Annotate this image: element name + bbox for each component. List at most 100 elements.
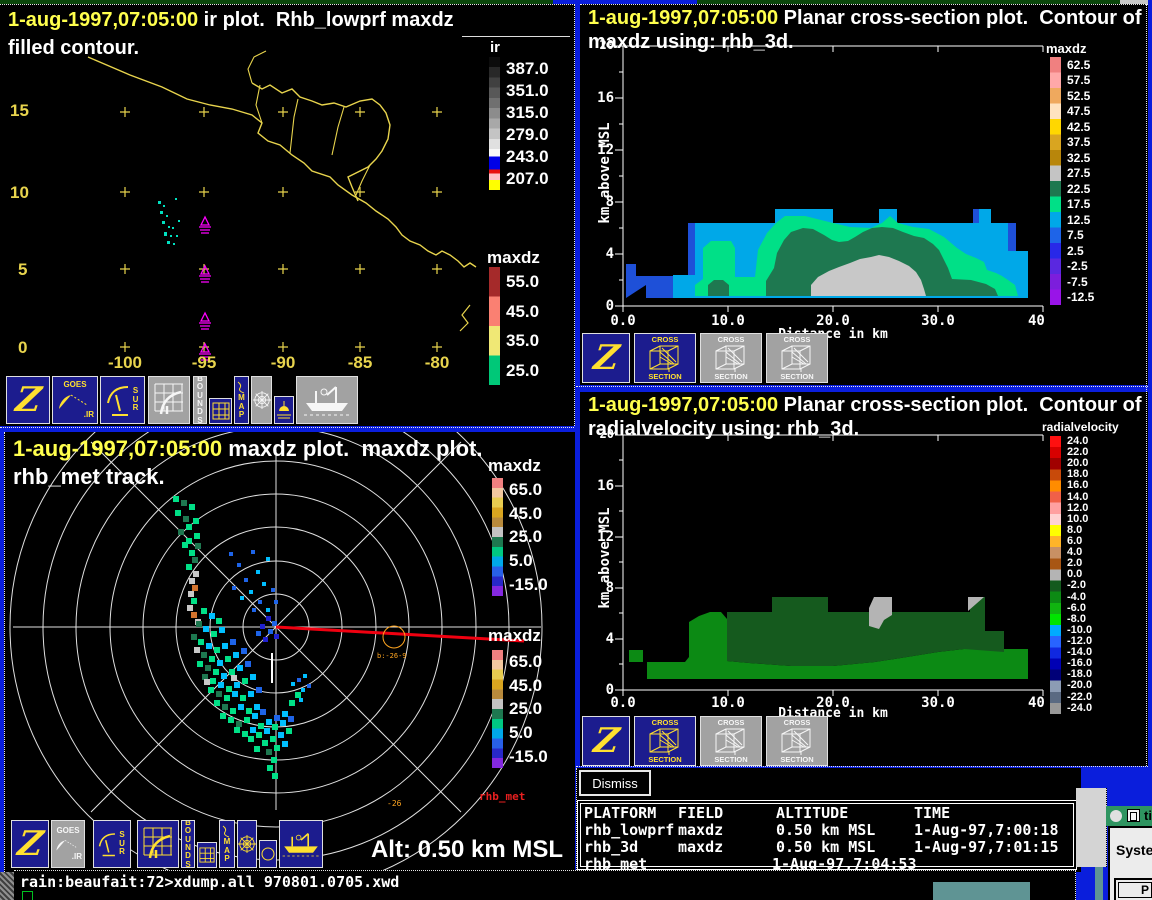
cross-section-button-3[interactable]: CROSS SECTION	[766, 333, 828, 383]
radar-echo-cell	[203, 626, 209, 632]
cube-icon	[779, 343, 815, 373]
colorbar-tick-label: 45.0	[506, 303, 539, 320]
cross-section-button-1[interactable]: CROSS SECTION	[634, 716, 696, 766]
panel-ir-satellite: 1-aug-1997,07:05:00 ir plot. Rhb_lowprf …	[0, 4, 575, 426]
colorbar-tick-label: 32.5	[1067, 152, 1094, 164]
toolbar-surveillance-button[interactable]: SUR	[93, 820, 131, 868]
lat-tick-label: 5	[18, 260, 27, 280]
map-label: MAP	[223, 838, 231, 863]
map-coastline	[460, 305, 470, 331]
colorbar-divider	[462, 36, 570, 37]
terminal-window[interactable]: rain:beaufait:72>xdump.all 970801.0705.x…	[14, 870, 1076, 900]
toolbar-zebra-button[interactable]: Z	[582, 333, 630, 383]
toolbar-radar-grid-button[interactable]	[148, 376, 190, 424]
y-axis-label: km above MSL	[597, 98, 613, 248]
colorbar-tick-label: 5.0	[509, 724, 548, 741]
toolbar-grid-button[interactable]	[197, 842, 217, 868]
toolbar-polar-grid-button[interactable]	[237, 820, 257, 868]
map-squiggle-icon	[221, 824, 233, 838]
cross-section-button-2[interactable]: CROSS SECTION	[700, 333, 762, 383]
radar-echo-cell	[297, 678, 301, 682]
colorbar-tick-label: 387.0	[506, 60, 549, 77]
radar-echo-cell	[232, 586, 236, 590]
toolbar-bounds-button[interactable]: BOUNDS	[181, 820, 195, 868]
radar-echo-cell	[240, 695, 246, 701]
toolbar-zebra-button[interactable]: Z	[11, 820, 49, 868]
radar-echo-cell	[189, 504, 195, 510]
toolbar-buoy-button[interactable]	[274, 396, 294, 424]
colorbar-tick-label: -15.0	[509, 576, 548, 593]
table-cell: 0.50 km MSL	[776, 838, 875, 856]
cross-section-button-2[interactable]: CROSS SECTION	[700, 716, 762, 766]
radar-echo-cell	[224, 695, 230, 701]
radar-echo-cell	[303, 674, 307, 678]
dismiss-button[interactable]: Dismiss	[579, 770, 651, 796]
map-squiggle-icon	[236, 380, 248, 394]
radar-echo-cell	[244, 578, 248, 582]
toolbar-goes-ir-button[interactable]: GOES .IR	[51, 820, 85, 868]
radar-echo-layer	[173, 496, 311, 779]
toolbar-zebra-button[interactable]: Z	[6, 376, 50, 424]
radar-echo-cell	[288, 716, 294, 722]
corner-window-titlebar[interactable]: ti	[1106, 806, 1152, 826]
wm-resize-corner[interactable]	[0, 872, 14, 900]
toolbar-zebra-button[interactable]: Z	[582, 716, 630, 766]
radar-echo-cell	[295, 692, 301, 698]
radar-echo-cell	[271, 588, 275, 592]
toolbar-surveillance-button[interactable]: SUR	[100, 376, 145, 424]
toolbar-map-button[interactable]: MAP	[234, 376, 249, 424]
colorbar-tick-label: 55.0	[506, 273, 539, 290]
radar-echo-cell	[250, 674, 256, 680]
cross-section-button-3[interactable]: CROSS SECTION	[766, 716, 828, 766]
radar-echo-cell	[219, 627, 225, 633]
colorbar-ppi-maxdz-1: 65.045.025.05.0-15.0	[492, 478, 548, 596]
radar-echo-cell	[195, 543, 201, 549]
toolbar-radar-grid-button[interactable]	[137, 820, 179, 868]
toolbar-bounds-button[interactable]: BOUNDS	[193, 376, 207, 424]
radar-echo-cell	[256, 732, 262, 738]
radar-echo-cell	[233, 652, 239, 658]
radar-echo-cell	[186, 564, 192, 570]
radar-echo-cell	[191, 634, 197, 640]
radar-echo-cell	[237, 665, 243, 671]
cross-section-button-1[interactable]: CROSS SECTION	[634, 333, 696, 383]
toolbar-goes-ir-button[interactable]: GOES .IR	[52, 376, 98, 424]
radar-echo-cell	[307, 684, 311, 688]
radar-echo-cell	[260, 709, 266, 715]
toolbar-polar-grid-button[interactable]	[251, 376, 272, 424]
radar-echo-cell	[234, 727, 240, 733]
colorbar-labels: 387.0351.0315.0279.0243.0207.0	[506, 57, 549, 190]
wm-frame-line	[576, 386, 1148, 387]
radar-echo-cell	[274, 634, 279, 639]
colorbar-tick-label: -4.0	[1067, 592, 1092, 603]
toolbar-grid-button[interactable]	[209, 398, 232, 424]
radar-echo-cell	[192, 557, 198, 563]
toolbar-ship-button[interactable]	[296, 376, 358, 424]
zebra-logo-icon: Z	[591, 338, 621, 378]
window-menu-button[interactable]	[1110, 810, 1122, 822]
radar-echo-cell	[266, 719, 272, 725]
taskbar-fragment	[933, 882, 1030, 900]
radar-echo-cell	[209, 656, 215, 662]
table-cell: maxdz	[678, 838, 723, 856]
colorbar-tick-label: 35.0	[506, 332, 539, 349]
radar-echo-cell	[231, 675, 237, 681]
window-iconify-button[interactable]	[1127, 809, 1140, 822]
radar-echo-cell	[274, 600, 278, 604]
colorbar-gradient	[492, 650, 503, 768]
radar-echo-cell	[213, 669, 219, 675]
toolbar-circle-button[interactable]	[259, 840, 277, 868]
toolbar-map-button[interactable]: MAP	[219, 820, 235, 868]
toolbar-ship-button[interactable]	[279, 820, 323, 868]
radar-echo-cell	[217, 660, 223, 666]
colorbar-tick-label: -20.0	[1067, 680, 1092, 691]
grid-icon	[212, 402, 230, 420]
colorbar-tick-label: 25.0	[509, 528, 548, 545]
buoy-icon	[276, 399, 292, 421]
colorbar-tick-label: 22.5	[1067, 183, 1094, 195]
colorbar-title: maxdz	[488, 626, 541, 646]
radar-echo-cell	[258, 600, 262, 604]
radar-echo-cell	[234, 682, 240, 688]
corner-dialog-button[interactable]: P	[1114, 878, 1152, 900]
colorbar-xs-maxdz: 62.557.552.547.542.537.532.527.522.517.5…	[1050, 57, 1094, 305]
